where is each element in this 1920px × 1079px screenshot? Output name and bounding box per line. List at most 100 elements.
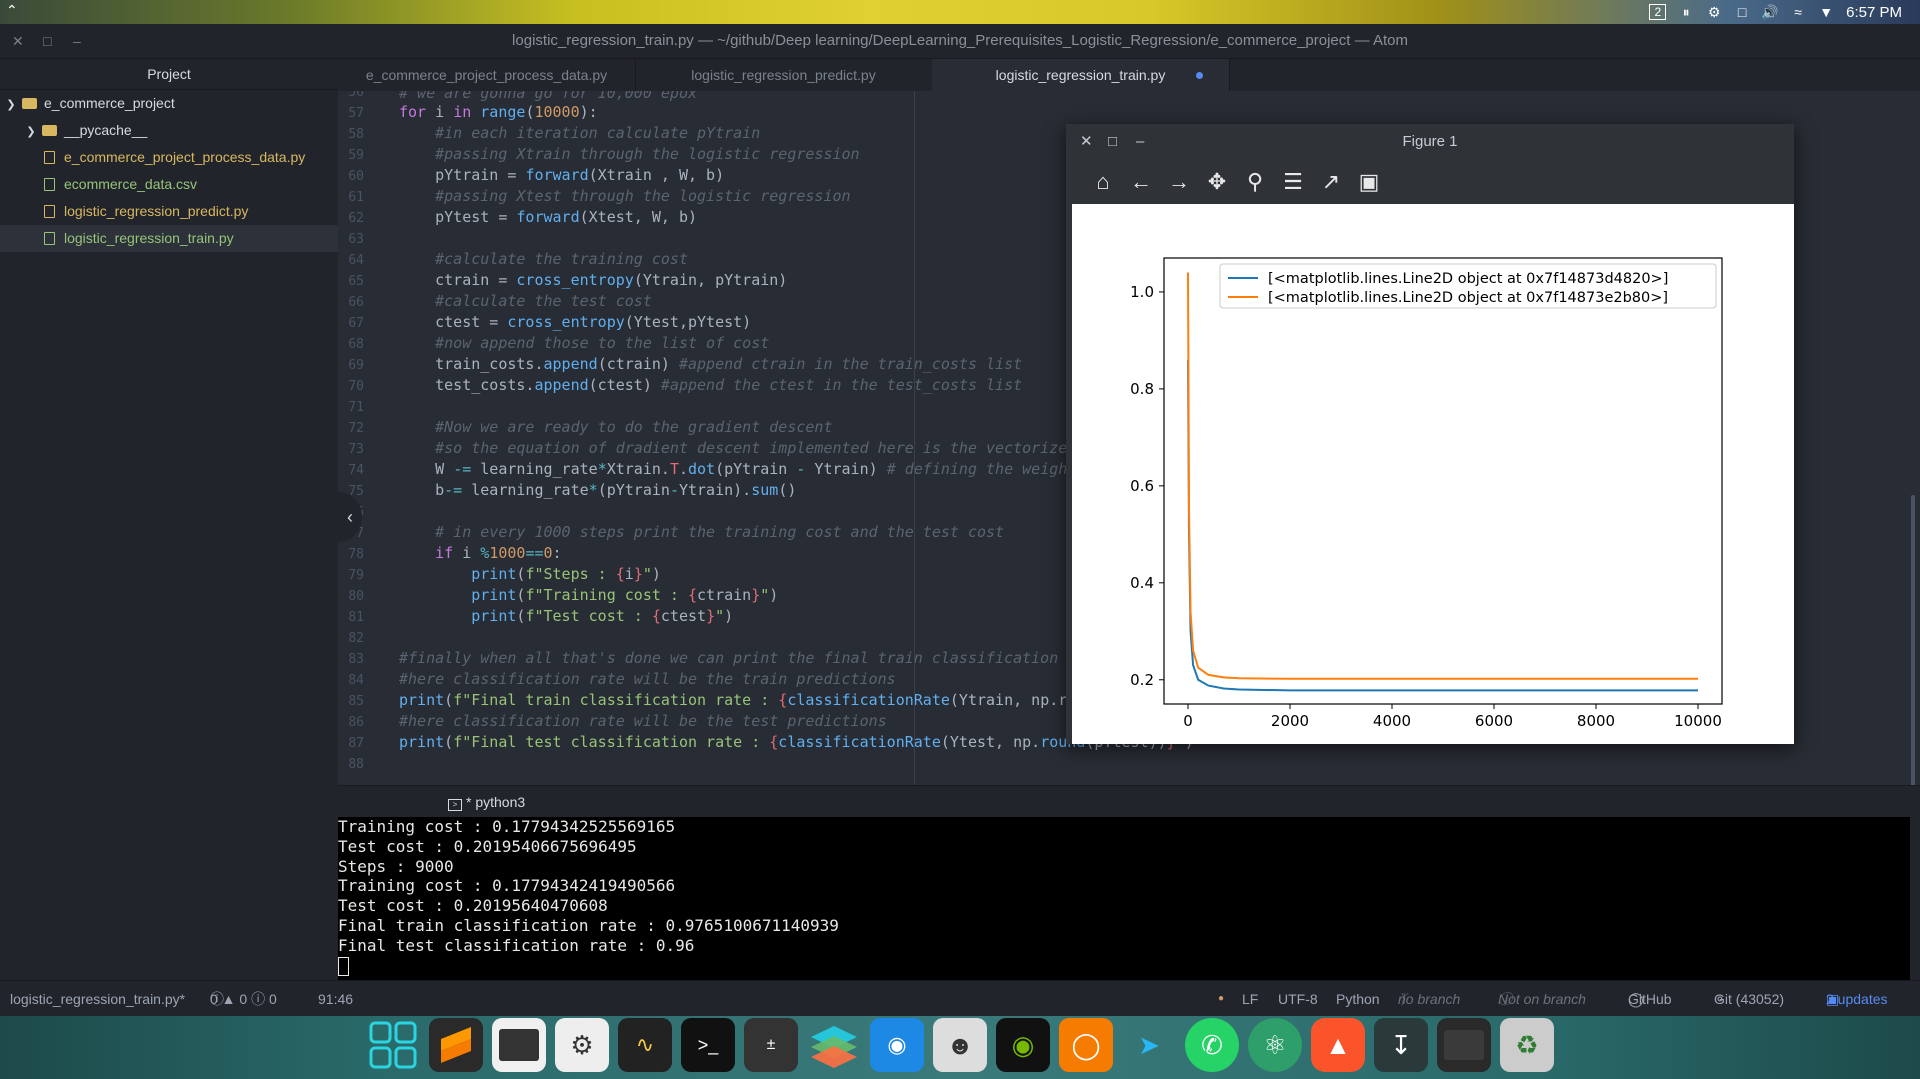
forward-icon[interactable]: → xyxy=(1166,169,1192,195)
trash-icon[interactable]: ♻ xyxy=(1500,1018,1554,1072)
line-number: 56 xyxy=(348,91,364,100)
plot-axes-frame xyxy=(1163,257,1723,705)
tab-predict[interactable]: logistic_regression_predict.py xyxy=(635,59,933,91)
line-number: 71 xyxy=(348,400,364,415)
blender-icon[interactable]: ◯ xyxy=(1059,1018,1113,1072)
tree-root-folder[interactable]: ❯ e_commerce_project xyxy=(0,90,338,117)
line-number: 58 xyxy=(348,127,364,142)
line-number: 84 xyxy=(348,673,364,688)
status-grammar[interactable]: Python xyxy=(1336,981,1380,1017)
chevron-down-icon[interactable]: ▼ xyxy=(1818,4,1834,20)
code-line: pYtrain = forward(Xtrain , W, b) xyxy=(399,166,725,184)
series-line-0 xyxy=(1187,359,1698,692)
clipboard-icon[interactable]: □ xyxy=(1734,4,1750,20)
layers-icon[interactable] xyxy=(807,1018,861,1072)
code-line: b-= learning_rate*(pYtrain-Ytrain).sum() xyxy=(399,481,797,499)
terminal-cursor xyxy=(338,956,349,976)
line-number: 81 xyxy=(348,610,364,625)
figure-toolbar: ⌂ ← → ✥ ⚲ ☰ ↗ ▣ xyxy=(1066,160,1794,204)
sublime-text-icon[interactable] xyxy=(429,1018,483,1072)
nvidia-icon[interactable]: ◉ xyxy=(996,1018,1050,1072)
code-line: #passing Xtest through the logistic regr… xyxy=(435,187,851,205)
line-number: 87 xyxy=(348,736,364,751)
line-number: 64 xyxy=(348,253,364,268)
code-line: #in each iteration calculate pYtrain xyxy=(435,124,761,142)
code-line: #now append those to the list of cost xyxy=(435,334,770,352)
downloads-icon[interactable]: ↧ xyxy=(1374,1018,1428,1072)
system-top-bar: ⌃ 2 ⏸ ⚙ □ 🔊 ≈ ▼ 6:57 PM xyxy=(0,0,1920,24)
pause-icon[interactable]: ⏸ xyxy=(1678,4,1694,20)
folder-app-icon[interactable] xyxy=(1437,1018,1491,1072)
tree-item-label: __pycache__ xyxy=(64,122,148,138)
file-icon xyxy=(44,231,55,245)
y-tick-label: 0.4 xyxy=(1130,574,1154,592)
terminal-output[interactable]: Training cost : 0.17794342525569165 Test… xyxy=(338,817,1910,980)
tree-item-pycache[interactable]: ❯ __pycache__ xyxy=(0,117,338,144)
settings-icon[interactable]: ⚙ xyxy=(555,1018,609,1072)
y-tick-label: 1.0 xyxy=(1130,283,1154,301)
axes-icon[interactable]: ↗ xyxy=(1318,169,1344,195)
code-line: #calculate the training cost xyxy=(435,250,688,268)
terminal-tab[interactable]: > * python3 xyxy=(448,786,525,818)
series-line-1 xyxy=(1187,272,1698,680)
workspace-badge[interactable]: 2 xyxy=(1649,4,1667,20)
status-file[interactable]: logistic_regression_train.py* xyxy=(10,981,185,1017)
line-number: 63 xyxy=(348,232,364,247)
system-monitor-icon[interactable]: ∿ xyxy=(618,1018,672,1072)
tree-item-train[interactable]: logistic_regression_train.py xyxy=(0,225,338,252)
code-line: print(f"Training cost : {ctrain}") xyxy=(471,586,779,604)
code-line: W -= learning_rate*Xtrain.T.dot(pYtrain … xyxy=(399,460,1068,478)
home-icon[interactable]: ⌂ xyxy=(1090,169,1116,195)
line-number: 74 xyxy=(348,463,364,478)
status-cursor-position[interactable]: 91:46 xyxy=(318,981,353,1017)
code-line: #here classification rate will be the tr… xyxy=(399,670,896,688)
window-title: logistic_regression_train.py — ~/github/… xyxy=(512,32,1408,49)
tree-item-predict[interactable]: logistic_regression_predict.py xyxy=(0,198,338,225)
editor-scrollbar[interactable] xyxy=(1911,495,1915,785)
terminal-app-icon[interactable]: >_ xyxy=(681,1018,735,1072)
zoom-icon[interactable]: ⚲ xyxy=(1242,169,1268,195)
clock[interactable]: 6:57 PM xyxy=(1846,4,1902,21)
volume-icon[interactable]: 🔊 xyxy=(1761,4,1778,20)
gimp-icon[interactable]: ☻ xyxy=(933,1018,987,1072)
whatsapp-icon[interactable]: ✆ xyxy=(1185,1018,1239,1072)
line-number: 57 xyxy=(348,106,364,121)
terminal-line: Final train classification rate : 0.9765… xyxy=(338,915,839,935)
atom-icon[interactable]: ⚛ xyxy=(1248,1018,1302,1072)
brave-icon[interactable]: ▲ xyxy=(1311,1018,1365,1072)
back-icon[interactable]: ← xyxy=(1128,169,1154,195)
calculator-icon[interactable]: ± xyxy=(744,1018,798,1072)
project-header: Project xyxy=(0,59,338,90)
app-grid-icon[interactable] xyxy=(366,1018,420,1072)
loss-plot: 0 2000 4000 6000 8000 10000 0.2 0.4 0.6 0.8 1.0 [<m… xyxy=(1130,257,1723,730)
chevron-up-icon[interactable]: ⌃ xyxy=(6,2,18,19)
x-tick-label: 8000 xyxy=(1577,712,1615,730)
code-line: ctest = cross_entropy(Ytest,pYtest) xyxy=(399,313,752,331)
save-icon[interactable]: ▣ xyxy=(1356,169,1382,195)
terminal-line: Steps : 9000 xyxy=(338,856,454,876)
pan-icon[interactable]: ✥ xyxy=(1204,169,1230,195)
code-line: train_costs.append(ctrain) #append ctrai… xyxy=(399,355,1023,373)
updates-icon[interactable]: ⚙ xyxy=(1706,4,1722,20)
code-line: #Now we are ready to do the gradient des… xyxy=(435,418,833,436)
y-tick-label: 0.6 xyxy=(1130,477,1154,495)
wifi-icon[interactable]: ≈ xyxy=(1790,4,1806,20)
configure-icon[interactable]: ☰ xyxy=(1280,169,1306,195)
kdeconnect-icon[interactable]: ➤ xyxy=(1122,1018,1176,1072)
plot-canvas[interactable]: 0 2000 4000 6000 8000 10000 0.2 0.4 0.6 0.8 1.0 [<m… xyxy=(1072,204,1794,744)
tab-process-data[interactable]: e_commerce_project_process_data.py xyxy=(338,59,636,91)
tab-train[interactable]: logistic_regression_train.py xyxy=(932,59,1230,91)
terminal-line: Test cost : 0.20195640470608 xyxy=(338,896,608,916)
terminal-prompt[interactable] xyxy=(338,956,1910,976)
status-encoding[interactable]: UTF-8 xyxy=(1278,981,1318,1017)
camera-icon[interactable]: ◉ xyxy=(870,1018,924,1072)
tree-item-process-data[interactable]: e_commerce_project_process_data.py xyxy=(0,144,338,171)
status-line-ending[interactable]: LF xyxy=(1242,981,1258,1017)
status-github-state-label: Not on branch xyxy=(1498,991,1586,1007)
files-icon[interactable] xyxy=(492,1018,546,1072)
tree-item-ecommerce-data[interactable]: ecommerce_data.csv xyxy=(0,171,338,198)
code-line: test_costs.append(ctest) #append the cte… xyxy=(399,376,1023,394)
terminal-scrollbar[interactable] xyxy=(1910,817,1920,980)
figure-window[interactable]: ✕ □ – Figure 1 ⌂ ← → ✥ ⚲ ☰ ↗ ▣ 0 2000 4000… xyxy=(1066,124,1794,744)
wrap-guide xyxy=(914,91,915,785)
